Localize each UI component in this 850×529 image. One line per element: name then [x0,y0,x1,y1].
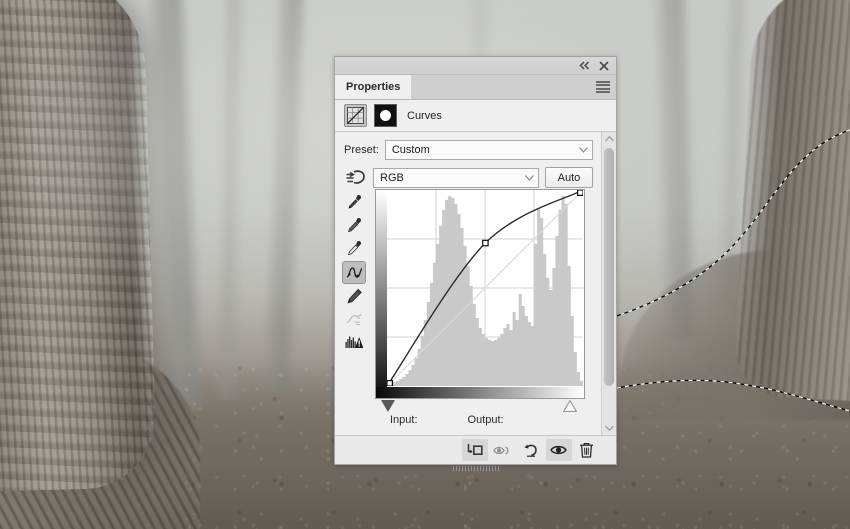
smooth-curve-icon[interactable] [343,309,365,330]
output-gradient-strip [376,190,387,398]
tab-properties-label: Properties [346,81,401,93]
panel-chrome-bar [335,57,616,75]
close-icon[interactable] [599,60,609,71]
black-point-triangle-icon[interactable] [381,400,395,412]
curve-svg[interactable] [387,190,584,387]
preset-row: Preset: Custom [335,132,602,160]
eye-icon[interactable] [545,439,572,461]
input-output-row: Input: Output: [390,414,504,426]
output-label: Output: [467,414,504,426]
input-gradient-strip [376,387,584,398]
eyedropper-gray-icon[interactable] [343,215,365,236]
channel-dropdown[interactable]: RGB [373,167,539,188]
hamburger-menu-icon[interactable] [596,81,610,93]
screenshot-root: Properties Curves Preset: Custom RGB Aut… [0,0,850,529]
channel-value: RGB [380,171,404,184]
curves-tool-column [341,192,367,353]
background-tree-trunk [214,0,248,401]
panel-scroll-area: Preset: Custom RGB Auto Input: Output: [335,132,602,435]
auto-button[interactable]: Auto [545,167,593,188]
curves-adjustment-icon[interactable] [344,104,367,127]
curve-points-icon[interactable] [342,261,366,284]
reset-arrow-icon[interactable] [518,439,544,461]
eyedropper-black-icon[interactable] [343,192,365,213]
preset-value: Custom [391,144,430,156]
pencil-icon[interactable] [343,286,365,307]
eye-previous-state-icon[interactable] [490,439,516,461]
curve-control-point[interactable] [482,239,489,247]
properties-panel[interactable]: Properties Curves Preset: Custom RGB Aut… [334,56,617,471]
right-foreground-tree-trunk [733,0,850,405]
scroll-down-icon[interactable] [602,421,616,435]
scrollbar-thumb[interactable] [604,148,614,386]
trash-icon[interactable] [574,439,600,461]
chevron-down-icon [579,146,588,155]
preset-label: Preset: [344,144,379,156]
curve-control-point[interactable] [577,190,584,197]
auto-button-label: Auto [557,171,581,184]
panel-body: Preset: Custom RGB Auto Input: Output: [335,132,616,435]
on-image-adjustment-icon[interactable] [344,169,367,187]
layer-mask-thumbnail-icon[interactable] [374,104,397,127]
vertical-scrollbar[interactable] [601,132,616,435]
curves-graph-frame[interactable] [375,189,585,399]
panel-footer-toolbar [335,435,616,471]
channel-row: RGB Auto [335,160,602,188]
clip-to-layer-icon[interactable] [461,439,488,461]
collapse-panel-icon[interactable] [579,61,590,70]
adjustment-header-row: Curves [335,100,616,132]
curve-control-point[interactable] [387,380,394,387]
chevron-down-icon [525,173,534,182]
tab-properties[interactable]: Properties [335,75,412,99]
left-foreground-tree-trunk [0,0,157,493]
scroll-up-icon[interactable] [602,132,616,146]
histogram-warning-icon[interactable] [343,332,365,353]
input-label: Input: [390,414,418,426]
white-point-triangle-icon[interactable] [563,400,577,412]
curves-plot-area[interactable] [387,190,584,387]
eyedropper-white-icon[interactable] [343,238,365,259]
adjustment-title: Curves [407,109,442,122]
preset-dropdown[interactable]: Custom [384,140,593,160]
panel-resize-grip[interactable] [452,466,499,471]
curves-graph[interactable] [375,189,585,416]
panel-tab-strip: Properties [335,75,616,100]
background-tree-trunk [261,0,309,391]
